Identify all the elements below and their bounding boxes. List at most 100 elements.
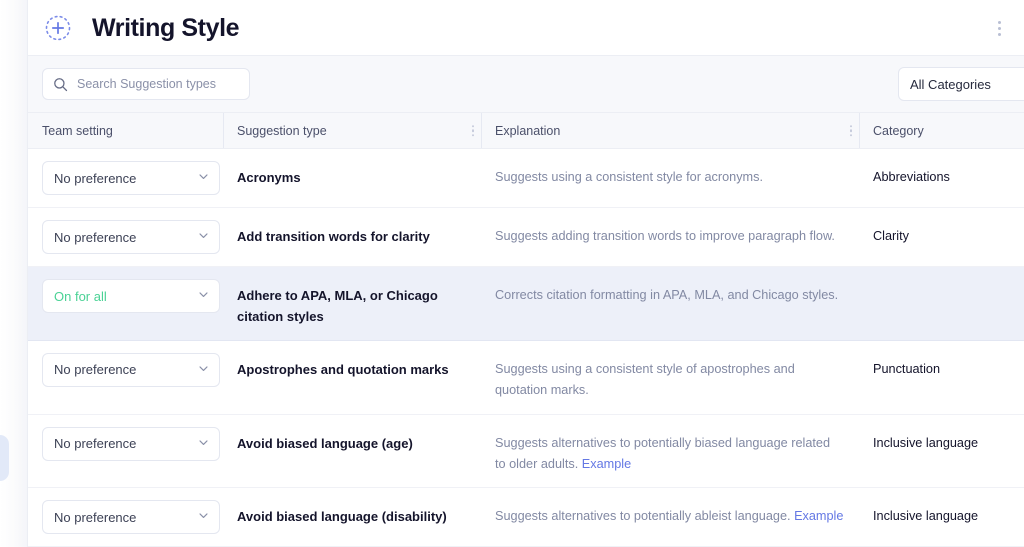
column-header-label: Explanation xyxy=(495,124,560,138)
explanation-text: Suggests using a consistent style for ac… xyxy=(495,161,779,188)
cell-explanation: Corrects citation formatting in APA, MLA… xyxy=(482,267,860,318)
category-filter-dropdown[interactable]: All Categories xyxy=(898,67,1024,101)
suggestion-type-label: Avoid biased language (disability) xyxy=(237,500,463,527)
team-setting-value: On for all xyxy=(54,289,107,304)
table-row[interactable]: No preference Avoid biased language (disa… xyxy=(28,488,1024,547)
explanation-text: Suggests using a consistent style of apo… xyxy=(495,353,860,402)
explanation-sentence: Suggests alternatives to potentially bia… xyxy=(495,436,830,471)
category-label: Inclusive language xyxy=(873,500,978,527)
explanation-text: Suggests alternatives to potentially abl… xyxy=(495,500,859,527)
suggestion-type-label: Adhere to APA, MLA, or Chicago citation … xyxy=(237,279,482,328)
cell-team-setting: No preference xyxy=(28,488,224,546)
chevron-down-icon xyxy=(198,169,209,187)
category-filter-label: All Categories xyxy=(910,77,991,92)
table-row[interactable]: On for all Adhere to APA, MLA, or Chicago… xyxy=(28,267,1024,341)
suggestion-type-label: Apostrophes and quotation marks xyxy=(237,353,465,380)
cell-explanation: Suggests adding transition words to impr… xyxy=(482,208,860,259)
column-header-suggestion-type[interactable]: Suggestion type xyxy=(224,113,482,148)
cell-suggestion-type: Avoid biased language (age) xyxy=(224,415,482,466)
cell-category: Abbreviations xyxy=(860,149,1024,200)
column-header-label: Category xyxy=(873,124,924,138)
cell-team-setting: No preference xyxy=(28,341,224,399)
column-resize-handle[interactable] xyxy=(472,125,475,137)
team-setting-value: No preference xyxy=(54,230,136,245)
explanation-text: Suggests alternatives to potentially bia… xyxy=(495,427,860,476)
suggestions-table: Team setting Suggestion type Explanation xyxy=(28,112,1024,547)
chevron-down-icon xyxy=(198,228,209,246)
column-header-label: Suggestion type xyxy=(237,124,327,138)
cell-explanation: Suggests using a consistent style of apo… xyxy=(482,341,860,414)
column-resize-handle[interactable] xyxy=(850,125,853,137)
category-label: Clarity xyxy=(873,220,909,247)
explanation-sentence: Suggests using a consistent style for ac… xyxy=(495,170,763,184)
chevron-down-icon xyxy=(198,508,209,526)
chevron-down-icon xyxy=(198,435,209,453)
chevron-down-icon xyxy=(198,287,209,305)
explanation-sentence: Suggests alternatives to potentially abl… xyxy=(495,509,791,523)
cell-team-setting: No preference xyxy=(28,208,224,266)
left-rail xyxy=(0,0,28,547)
suggestion-type-label: Avoid biased language (age) xyxy=(237,427,429,454)
table-header-row: Team setting Suggestion type Explanation xyxy=(28,112,1024,149)
explanation-sentence: Corrects citation formatting in APA, MLA… xyxy=(495,288,838,302)
cell-category: Inclusive language xyxy=(860,488,1024,539)
cell-category xyxy=(860,267,1024,297)
search-input[interactable] xyxy=(77,77,239,91)
cell-category: Inclusive language xyxy=(860,415,1024,466)
page-header: Writing Style xyxy=(28,0,1024,56)
team-setting-dropdown[interactable]: On for all xyxy=(42,279,220,313)
team-setting-dropdown[interactable]: No preference xyxy=(42,353,220,387)
team-setting-value: No preference xyxy=(54,171,136,186)
table-row[interactable]: No preference Acronyms Suggests using a co… xyxy=(28,149,1024,208)
category-label: Inclusive language xyxy=(873,427,978,454)
example-link[interactable]: Example xyxy=(794,509,843,523)
category-label: Abbreviations xyxy=(873,161,950,188)
search-box[interactable] xyxy=(42,68,250,100)
column-header-label: Team setting xyxy=(42,124,113,138)
team-setting-dropdown[interactable]: No preference xyxy=(42,427,220,461)
header-divider xyxy=(28,55,1024,56)
team-setting-dropdown[interactable]: No preference xyxy=(42,500,220,534)
cell-suggestion-type: Apostrophes and quotation marks xyxy=(224,341,482,392)
kebab-menu-icon[interactable] xyxy=(990,15,1008,41)
explanation-sentence: Suggests adding transition words to impr… xyxy=(495,229,835,243)
explanation-sentence: Suggests using a consistent style of apo… xyxy=(495,362,795,397)
team-setting-value: No preference xyxy=(54,510,136,525)
suggestion-type-label: Acronyms xyxy=(237,161,317,188)
cell-explanation: Suggests alternatives to potentially abl… xyxy=(482,488,860,539)
cell-category: Punctuation xyxy=(860,341,1024,392)
cell-team-setting: On for all xyxy=(28,267,224,325)
page-title: Writing Style xyxy=(92,16,239,41)
table-row[interactable]: No preference Avoid biased language (age)… xyxy=(28,415,1024,489)
writing-style-page: Writing Style All Categories xyxy=(0,0,1024,547)
suggestion-type-label: Add transition words for clarity xyxy=(237,220,446,247)
team-setting-dropdown[interactable]: No preference xyxy=(42,161,220,195)
cell-suggestion-type: Acronyms xyxy=(224,149,482,200)
column-header-category[interactable]: Category xyxy=(860,113,1024,148)
cell-team-setting: No preference xyxy=(28,415,224,473)
table-body: No preference Acronyms Suggests using a co… xyxy=(28,149,1024,547)
rail-clipped-chip[interactable] xyxy=(0,435,9,481)
example-link[interactable]: Example xyxy=(582,457,631,471)
category-label: Punctuation xyxy=(873,353,940,380)
search-icon xyxy=(53,77,68,92)
team-setting-dropdown[interactable]: No preference xyxy=(42,220,220,254)
cell-category: Clarity xyxy=(860,208,1024,259)
cell-suggestion-type: Adhere to APA, MLA, or Chicago citation … xyxy=(224,267,482,340)
chevron-down-icon xyxy=(198,361,209,379)
cell-explanation: Suggests using a consistent style for ac… xyxy=(482,149,860,200)
column-header-team-setting[interactable]: Team setting xyxy=(28,113,224,148)
explanation-text: Suggests adding transition words to impr… xyxy=(495,220,851,247)
cell-suggestion-type: Add transition words for clarity xyxy=(224,208,482,259)
team-setting-value: No preference xyxy=(54,362,136,377)
cell-explanation: Suggests alternatives to potentially bia… xyxy=(482,415,860,488)
team-setting-value: No preference xyxy=(54,436,136,451)
cell-suggestion-type: Avoid biased language (disability) xyxy=(224,488,482,539)
plus-circle-dotted-icon[interactable] xyxy=(41,11,75,45)
table-toolbar: All Categories xyxy=(28,56,1024,112)
column-header-explanation[interactable]: Explanation xyxy=(482,113,860,148)
table-row[interactable]: No preference Add transition words for cl… xyxy=(28,208,1024,267)
cell-team-setting: No preference xyxy=(28,149,224,207)
table-row[interactable]: No preference Apostrophes and quotation m… xyxy=(28,341,1024,415)
content-area: All Categories Team setting Suggestion t… xyxy=(28,56,1024,547)
